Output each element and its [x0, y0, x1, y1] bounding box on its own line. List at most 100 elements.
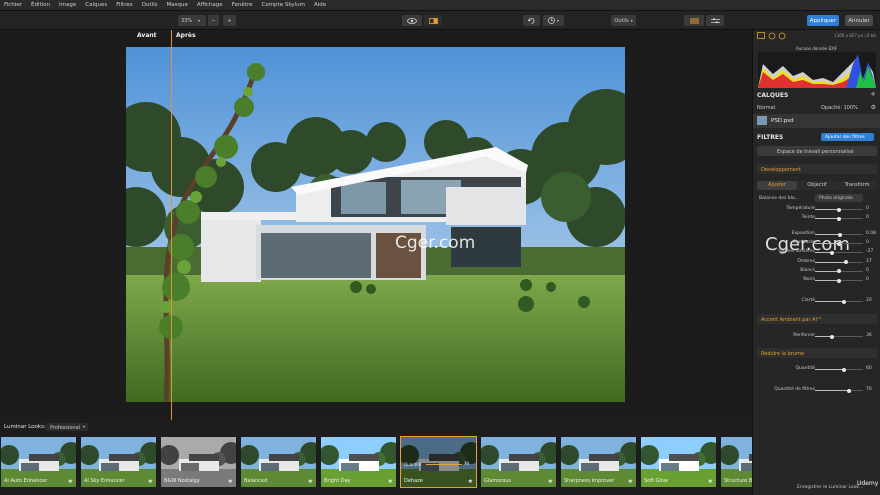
- favorite-star-icon[interactable]: ★: [468, 478, 473, 485]
- slider-value[interactable]: 0: [866, 277, 869, 282]
- layer-row[interactable]: PSD.psd: [753, 114, 880, 128]
- looks-category-select[interactable]: Professional ▾: [46, 423, 88, 431]
- look-thumbnail[interactable]: AI Sky Enhancer ★: [80, 436, 157, 488]
- tab-0[interactable]: Ajuster: [757, 181, 797, 190]
- menu-item[interactable]: Filtres: [116, 2, 132, 8]
- menu-item[interactable]: Masque: [167, 2, 188, 8]
- slider-fill: [815, 301, 844, 302]
- look-thumbnail[interactable]: Dehaze ★ Quantité 70: [400, 436, 477, 488]
- slider-handle[interactable]: [843, 260, 848, 265]
- slider-value[interactable]: 0.08: [866, 231, 876, 236]
- slider-handle[interactable]: [830, 334, 835, 339]
- favorite-star-icon[interactable]: ★: [388, 478, 393, 485]
- menu-item[interactable]: Affichage: [197, 2, 223, 8]
- slider-handle[interactable]: [837, 232, 842, 237]
- look-name: Structure B...: [724, 478, 752, 484]
- look-thumbnail[interactable]: B&W Nostalgy ★: [160, 436, 237, 488]
- apply-button[interactable]: Appliquer: [807, 15, 839, 26]
- history-button[interactable]: ▾: [543, 15, 564, 26]
- slider-handle[interactable]: [837, 269, 841, 274]
- info-icon[interactable]: [778, 32, 786, 40]
- zoom-in-button[interactable]: +: [223, 15, 236, 26]
- look-amount-slider[interactable]: Quantité 70: [404, 461, 474, 467]
- photo-canvas[interactable]: [126, 47, 625, 402]
- dev-section-header[interactable]: Développement: [757, 164, 877, 174]
- slider-value[interactable]: 70: [866, 387, 872, 392]
- slider-handle[interactable]: [837, 241, 841, 246]
- look-thumbnail[interactable]: Balanced ★: [240, 436, 317, 488]
- menu-item[interactable]: Fenêtre: [232, 2, 253, 8]
- save-look-link[interactable]: Enregistrer le Luminar Look...: [797, 485, 863, 490]
- look-name: AI Sky Enhancer: [84, 478, 125, 484]
- undo-icon: [528, 17, 535, 24]
- favorite-star-icon[interactable]: ★: [148, 478, 153, 485]
- slider-value[interactable]: 0: [866, 240, 869, 245]
- before-after-divider[interactable]: [171, 30, 172, 420]
- gear-icon[interactable]: ⚙: [871, 104, 876, 111]
- zoom-field[interactable]: 33% ▾: [178, 15, 206, 26]
- white-balance-select[interactable]: Photo originale: [815, 194, 863, 202]
- favorite-star-icon[interactable]: ★: [228, 478, 233, 485]
- slider-fill: [815, 261, 846, 263]
- look-thumbnail[interactable]: AI Auto Enhancer ★: [0, 436, 77, 488]
- canvas-area[interactable]: Avant Après Cger.com: [0, 30, 752, 420]
- slider-value[interactable]: 20: [866, 298, 872, 303]
- favorite-star-icon[interactable]: ★: [308, 478, 313, 485]
- slider-handle[interactable]: [837, 207, 841, 212]
- menu-item[interactable]: Outils: [142, 2, 158, 8]
- look-thumbnail[interactable]: Bright Day ★: [320, 436, 397, 488]
- zoom-value: 33%: [181, 17, 193, 24]
- menu-item[interactable]: Compte Skylum: [261, 2, 304, 8]
- look-thumbnail[interactable]: Structure B...★: [720, 436, 752, 488]
- menu-item[interactable]: Image: [59, 2, 76, 8]
- slider-handle[interactable]: [846, 388, 851, 393]
- slider-value[interactable]: 27: [866, 259, 872, 264]
- tab-1[interactable]: Objectif: [797, 181, 837, 190]
- look-thumbnail[interactable]: Sharpness Improver ★: [560, 436, 637, 488]
- zoom-out-button[interactable]: −: [208, 15, 219, 26]
- look-thumbnail[interactable]: Soft Glow ★: [640, 436, 717, 488]
- slider-track[interactable]: [426, 464, 462, 465]
- slider-value[interactable]: 0: [866, 268, 869, 273]
- haze-section-header[interactable]: Réduire la brume: [757, 348, 877, 358]
- eye-icon: [407, 17, 417, 24]
- favorite-star-icon[interactable]: ★: [548, 478, 553, 485]
- favorite-star-icon[interactable]: ★: [628, 478, 633, 485]
- look-thumbnail[interactable]: Glamorous ★: [480, 436, 557, 488]
- undo-button[interactable]: [523, 15, 540, 26]
- adjust-panel-button[interactable]: [706, 15, 724, 26]
- tab-2[interactable]: Transform: [837, 181, 877, 190]
- layers-title[interactable]: CALQUES: [757, 92, 788, 99]
- layers-icon[interactable]: [768, 32, 776, 40]
- look-name: Balanced: [244, 478, 268, 484]
- add-layer-icon[interactable]: +: [870, 90, 876, 98]
- add-filters-button[interactable]: Ajouter des filtres: [821, 133, 874, 141]
- slider-handle[interactable]: [841, 299, 846, 304]
- cancel-button[interactable]: Annuler: [845, 15, 873, 26]
- compare-button[interactable]: [424, 15, 442, 26]
- favorite-star-icon[interactable]: ★: [68, 478, 73, 485]
- blend-mode-select[interactable]: Normal: [757, 105, 775, 111]
- workspace-dropdown[interactable]: Espace de travail personnalisé: [757, 146, 877, 156]
- menu-item[interactable]: Fichier: [4, 2, 22, 8]
- slider-handle[interactable]: [837, 278, 841, 283]
- filters-panel-button[interactable]: [684, 15, 704, 26]
- preview-toggle-button[interactable]: [402, 15, 422, 26]
- slider-value[interactable]: 0: [866, 206, 869, 211]
- menu-item[interactable]: Calques: [85, 2, 107, 8]
- menu-item[interactable]: Aide: [314, 2, 326, 8]
- menu-item[interactable]: Édition: [31, 2, 50, 8]
- slider-value: 70: [464, 461, 470, 466]
- slider-handle[interactable]: [841, 367, 846, 372]
- slider-value[interactable]: -27: [866, 249, 873, 254]
- slider-value[interactable]: 60: [866, 366, 872, 371]
- histogram-icon[interactable]: [757, 32, 765, 39]
- opacity-field[interactable]: Opacité: 100%: [821, 105, 858, 111]
- tools-dropdown[interactable]: Outils ▾: [611, 15, 636, 26]
- accent-section-header[interactable]: Accent Ambiant par AI™: [757, 314, 877, 324]
- menu-bar: Fichier Édition Image Calques Filtres Outils M…: [0, 0, 880, 11]
- slider-handle[interactable]: [837, 216, 841, 221]
- slider-value[interactable]: 36: [866, 333, 872, 338]
- slider-value[interactable]: 0: [866, 215, 869, 220]
- favorite-star-icon[interactable]: ★: [708, 478, 713, 485]
